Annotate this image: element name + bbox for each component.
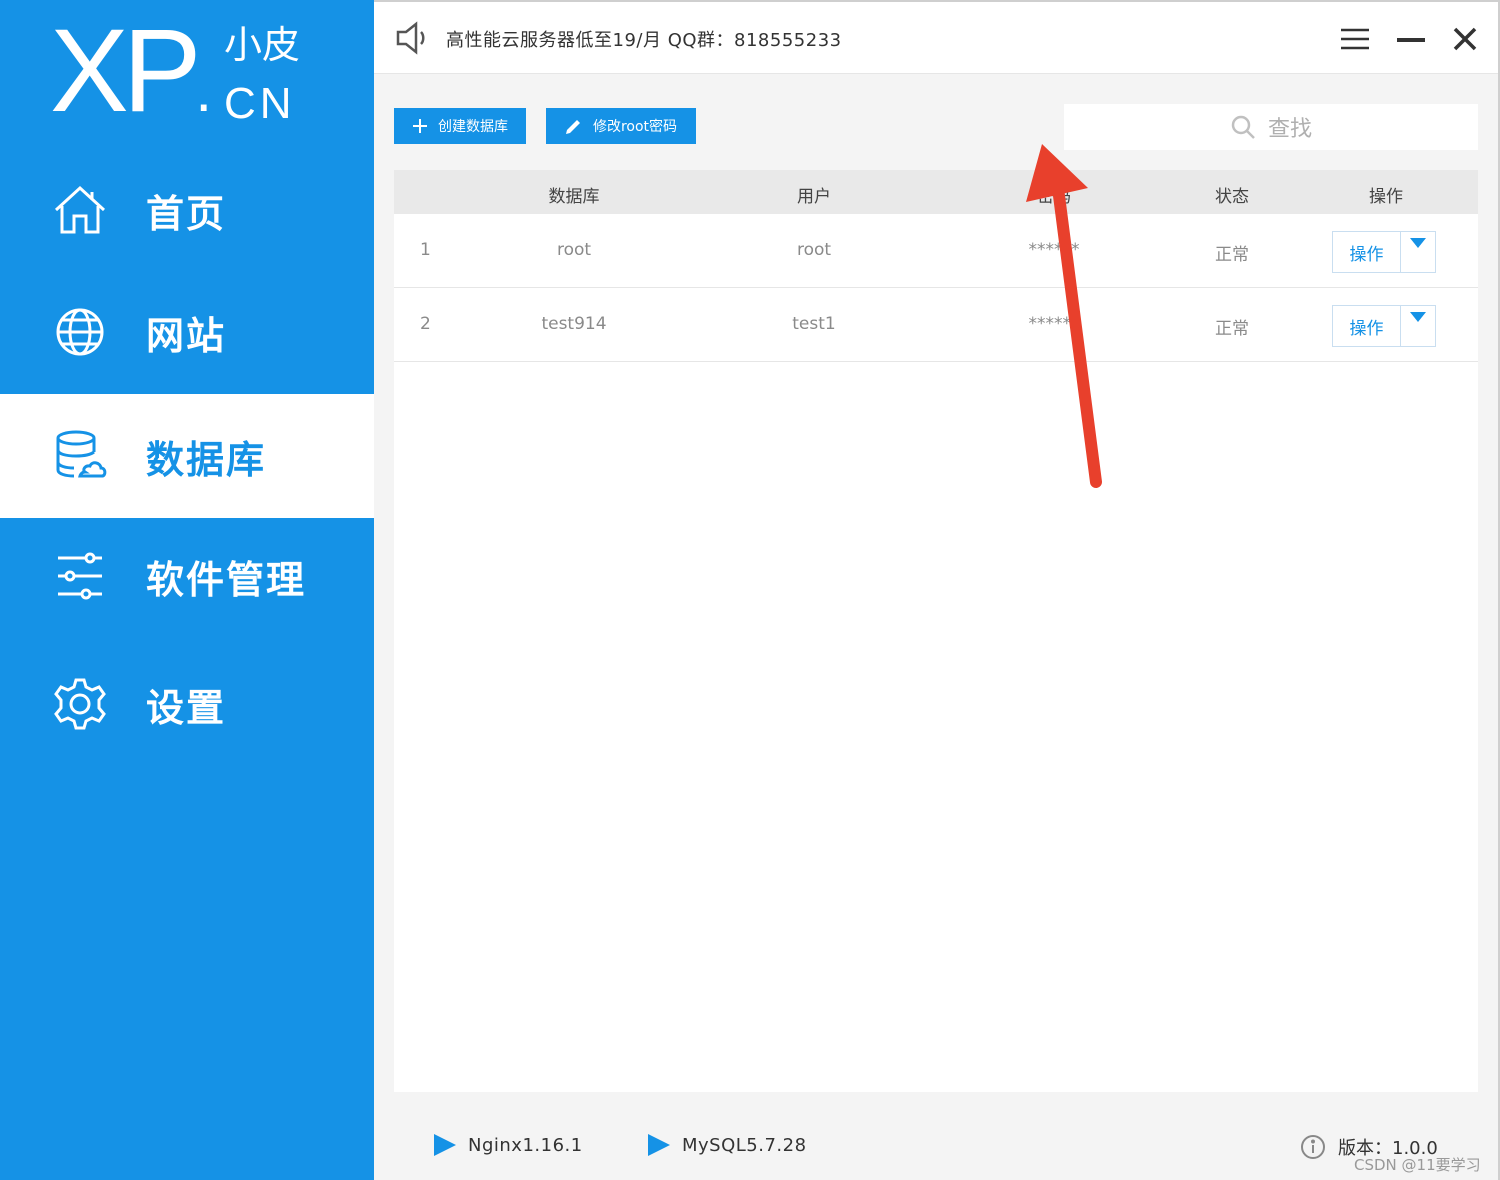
sidebar-item-home[interactable]: 首页	[0, 148, 374, 272]
watermark-text: CSDN @11要学习	[1354, 1156, 1481, 1174]
sliders-icon	[52, 548, 108, 604]
service-nginx[interactable]: Nginx1.16.1	[434, 1134, 583, 1156]
sidebar: XP. 小皮 CN 首页 网站 数据库 软件管理 设置	[0, 0, 374, 1180]
logo-top-text: 小皮	[224, 23, 301, 67]
row-index: 2	[420, 314, 431, 334]
table-header: 数据库 用户 密码 状态 操作	[394, 170, 1478, 214]
content-area: 创建数据库 修改root密码 查找 数据库 用户 密码 状态 操作 1 root…	[394, 102, 1478, 1092]
logo-main: XP.	[50, 5, 213, 137]
menu-icon[interactable]	[1338, 22, 1372, 56]
service-mysql[interactable]: MySQL5.7.28	[648, 1134, 807, 1156]
notice-text[interactable]: 高性能云服务器低至19/月 QQ群：818555233	[446, 26, 842, 52]
database-table: 数据库 用户 密码 状态 操作 1 root root ****** 正常 操作	[394, 170, 1478, 1092]
create-database-label: 创建数据库	[438, 119, 508, 135]
row-password: ******	[1028, 240, 1080, 260]
title-bar: 高性能云服务器低至19/月 QQ群：818555233	[374, 2, 1498, 74]
caret-down-icon[interactable]	[1401, 306, 1435, 346]
sidebar-item-database[interactable]: 数据库	[0, 394, 374, 518]
row-action-group: 操作	[1332, 305, 1436, 347]
search-input[interactable]: 查找	[1064, 104, 1478, 150]
table-row: 2 test914 test1 ****** 正常 操作	[394, 288, 1478, 362]
globe-icon	[52, 304, 108, 360]
gear-icon	[52, 676, 108, 732]
play-icon	[434, 1134, 456, 1156]
logo: XP. 小皮 CN	[50, 12, 310, 133]
row-index: 1	[420, 240, 431, 260]
row-database: test914	[541, 314, 607, 334]
info-icon	[1300, 1134, 1326, 1160]
search-placeholder: 查找	[1267, 117, 1312, 142]
change-root-password-button[interactable]: 修改root密码	[546, 108, 696, 144]
row-action-button[interactable]: 操作	[1333, 306, 1401, 346]
sidebar-item-label: 首页	[146, 191, 227, 236]
sidebar-item-settings[interactable]: 设置	[0, 642, 374, 766]
home-icon	[52, 182, 108, 238]
table-row: 1 root root ****** 正常 操作	[394, 214, 1478, 288]
search-icon	[1230, 114, 1256, 140]
play-icon	[648, 1134, 670, 1156]
row-password: ******	[1028, 314, 1080, 334]
row-action-group: 操作	[1332, 231, 1436, 273]
column-header-database: 数据库	[548, 187, 600, 207]
row-user: root	[796, 240, 832, 260]
create-database-button[interactable]: 创建数据库	[394, 108, 526, 144]
sidebar-item-label: 网站	[146, 313, 227, 358]
sidebar-item-website[interactable]: 网站	[0, 270, 374, 394]
sidebar-item-software[interactable]: 软件管理	[0, 514, 374, 638]
service-mysql-label: MySQL5.7.28	[682, 1134, 807, 1156]
row-status: 正常	[1215, 245, 1249, 265]
logo-bottom-text: CN	[224, 79, 296, 128]
minimize-icon[interactable]	[1394, 22, 1428, 56]
status-bar: Nginx1.16.1 MySQL5.7.28 版本：1.0.0 CSDN @1…	[374, 1110, 1498, 1180]
column-header-action: 操作	[1369, 187, 1403, 207]
column-header-user: 用户	[797, 187, 831, 207]
sidebar-item-label: 软件管理	[146, 557, 307, 602]
sidebar-item-label: 数据库	[146, 437, 267, 482]
sidebar-item-label: 设置	[146, 685, 227, 730]
close-icon[interactable]	[1448, 22, 1482, 56]
database-icon	[52, 428, 108, 484]
row-user: test1	[792, 314, 836, 334]
change-root-password-label: 修改root密码	[592, 119, 678, 135]
pencil-icon	[565, 117, 583, 135]
speaker-icon[interactable]	[394, 20, 428, 60]
row-action-button[interactable]: 操作	[1333, 232, 1401, 272]
column-header-password: 密码	[1037, 187, 1071, 207]
caret-down-icon[interactable]	[1401, 232, 1435, 272]
service-nginx-label: Nginx1.16.1	[468, 1134, 583, 1156]
plus-icon	[412, 118, 428, 134]
row-status: 正常	[1215, 319, 1249, 339]
main-panel: 高性能云服务器低至19/月 QQ群：818555233 创建数据库 修改root…	[374, 0, 1500, 1180]
column-header-status: 状态	[1215, 187, 1249, 207]
row-database: root	[556, 240, 592, 260]
